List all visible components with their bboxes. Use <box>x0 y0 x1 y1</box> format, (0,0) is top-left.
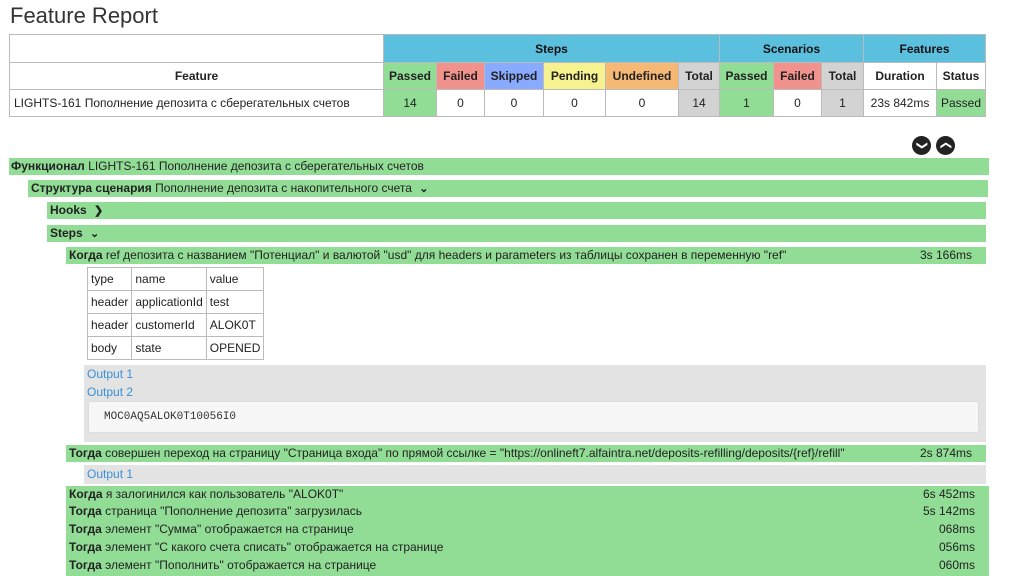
table-cell: header <box>86 313 133 337</box>
step-duration: 2s 874ms <box>919 446 972 460</box>
step-duration: 060ms <box>938 558 975 572</box>
table-cell: type <box>86 267 133 291</box>
step-text: элемент "Сумма" отображается на странице <box>105 522 354 536</box>
output-1-link[interactable]: Output 1 <box>87 467 133 481</box>
table-cell: body <box>86 336 133 360</box>
scenarios-passed-value: 1 <box>719 89 774 117</box>
table-cell: test <box>205 290 265 314</box>
step-duration: 6s 452ms <box>922 487 975 501</box>
output-1-link[interactable]: Output 1 <box>87 367 133 381</box>
page-title: Feature Report <box>10 3 158 28</box>
col-steps-pending[interactable]: Pending <box>543 62 606 90</box>
feature-name: LIGHTS-161 Пополнение депозита с сберега… <box>88 159 424 173</box>
table-cell: value <box>205 267 265 291</box>
col-steps-undefined[interactable]: Undefined <box>605 62 679 90</box>
steps-skipped-value: 0 <box>484 89 544 117</box>
chevron-down-icon: ❯ <box>916 140 928 151</box>
col-steps-total[interactable]: Total <box>678 62 720 90</box>
scenarios-failed-value: 0 <box>773 89 822 117</box>
scenario-keyword: Структура сценария <box>31 181 152 195</box>
step-row[interactable]: Тогда совершен переход на страницу "Стра… <box>66 445 986 462</box>
steps-failed-value: 0 <box>436 89 485 117</box>
step-keyword: Тогда <box>69 522 102 536</box>
scenario-name: Пополнение депозита с накопительного сче… <box>155 181 412 195</box>
col-steps-skipped[interactable]: Skipped <box>484 62 544 90</box>
table-cell: ALOK0T <box>205 313 265 337</box>
hooks-bar[interactable]: Hooks ❯ <box>47 202 986 219</box>
step-text: страница "Пополнение депозита" загрузила… <box>105 504 363 518</box>
chevron-down-icon: ⌄ <box>90 228 100 240</box>
steps-label: Steps <box>50 226 83 240</box>
col-scenarios-failed[interactable]: Failed <box>773 62 822 90</box>
step-duration: 056ms <box>938 540 975 554</box>
steps-undefined-value: 0 <box>605 89 679 117</box>
step-keyword: Тогда <box>69 446 102 460</box>
steps-group-header: Steps <box>383 34 720 63</box>
table-cell: customerId <box>131 313 207 337</box>
feature-bar[interactable]: Функционал LIGHTS-161 Пополнение депозит… <box>9 158 989 175</box>
feature-keyword: Функционал <box>11 159 85 173</box>
blank-header <box>9 34 384 63</box>
col-scenarios-passed[interactable]: Passed <box>719 62 774 90</box>
scenarios-total-value: 1 <box>821 89 864 117</box>
table-cell: OPENED <box>205 336 265 360</box>
step-keyword: Когда <box>69 248 103 262</box>
features-group-header: Features <box>862 34 987 63</box>
table-cell: header <box>86 290 133 314</box>
duration-value: 23s 842ms <box>863 89 937 117</box>
table-cell: name <box>131 267 207 291</box>
steps-list: Когда я залогинился как пользователь "AL… <box>66 486 989 576</box>
output-code-block: MOC0AQ5ALOK0T10056I0 <box>88 401 979 433</box>
step-row[interactable]: Когда я залогинился как пользователь "AL… <box>69 486 989 503</box>
step-keyword: Тогда <box>69 558 102 572</box>
table-row: type name value <box>86 267 265 291</box>
table-cell: state <box>131 336 207 360</box>
table-row: body state OPENED <box>86 336 265 360</box>
table-row: LIGHTS-161 Пополнение депозита с сберега… <box>9 89 987 117</box>
expand-all-button[interactable]: ❮ <box>936 136 955 155</box>
step-duration: 068ms <box>938 522 975 536</box>
col-steps-failed[interactable]: Failed <box>436 62 485 90</box>
scenarios-group-header: Scenarios <box>719 34 864 63</box>
step-row[interactable]: Тогда страница "Пополнение депозита" заг… <box>69 503 989 521</box>
hooks-label: Hooks <box>50 203 87 217</box>
col-duration[interactable]: Duration <box>863 62 937 90</box>
chevron-down-icon: ⌄ <box>419 183 429 195</box>
feature-link[interactable]: LIGHTS-161 Пополнение депозита с сберега… <box>9 89 384 117</box>
step-row[interactable]: Тогда элемент "Пополнить" отображается н… <box>69 557 989 575</box>
steps-total-value: 14 <box>678 89 720 117</box>
chevron-right-icon: ❯ <box>94 205 104 217</box>
step-text: элемент "Пополнить" отображается на стра… <box>105 558 377 572</box>
step-row[interactable]: Тогда элемент "Сумма" отображается на ст… <box>69 521 989 539</box>
col-status[interactable]: Status <box>935 62 987 90</box>
chevron-up-icon: ❮ <box>940 140 952 151</box>
summary-table: Steps Scenarios Features Feature Passed … <box>9 34 987 117</box>
steps-bar[interactable]: Steps ⌄ <box>47 225 986 242</box>
step-duration: 5s 142ms <box>922 504 975 518</box>
col-feature[interactable]: Feature <box>9 62 384 90</box>
step-keyword: Когда <box>69 487 103 501</box>
collapse-all-button[interactable]: ❯ <box>912 136 931 155</box>
output-panel <box>84 465 986 484</box>
step-row[interactable]: Когда ref депозита с названием "Потенциа… <box>66 247 986 264</box>
steps-passed-value: 14 <box>383 89 437 117</box>
step-text: элемент "С какого счета списать" отображ… <box>105 540 444 554</box>
table-cell: applicationId <box>131 290 207 314</box>
steps-pending-value: 0 <box>543 89 606 117</box>
scenario-bar[interactable]: Структура сценария Пополнение депозита с… <box>28 180 988 197</box>
status-badge: Passed <box>935 89 987 117</box>
col-scenarios-total[interactable]: Total <box>821 62 864 90</box>
step-text: совершен переход на страницу "Страница в… <box>105 446 845 460</box>
table-row: header customerId ALOK0T <box>86 313 265 337</box>
step-data-table: type name value header applicationId tes… <box>86 267 265 360</box>
col-steps-passed[interactable]: Passed <box>383 62 437 90</box>
step-duration: 3s 166ms <box>919 248 972 262</box>
step-keyword: Тогда <box>69 540 102 554</box>
step-text: я залогинился как пользователь "ALOK0T" <box>105 487 344 501</box>
step-keyword: Тогда <box>69 504 102 518</box>
output-2-link[interactable]: Output 2 <box>87 385 133 399</box>
table-row: header applicationId test <box>86 290 265 314</box>
step-text: ref депозита с названием "Потенциал" и в… <box>105 248 787 262</box>
step-row[interactable]: Тогда элемент "С какого счета списать" о… <box>69 539 989 557</box>
